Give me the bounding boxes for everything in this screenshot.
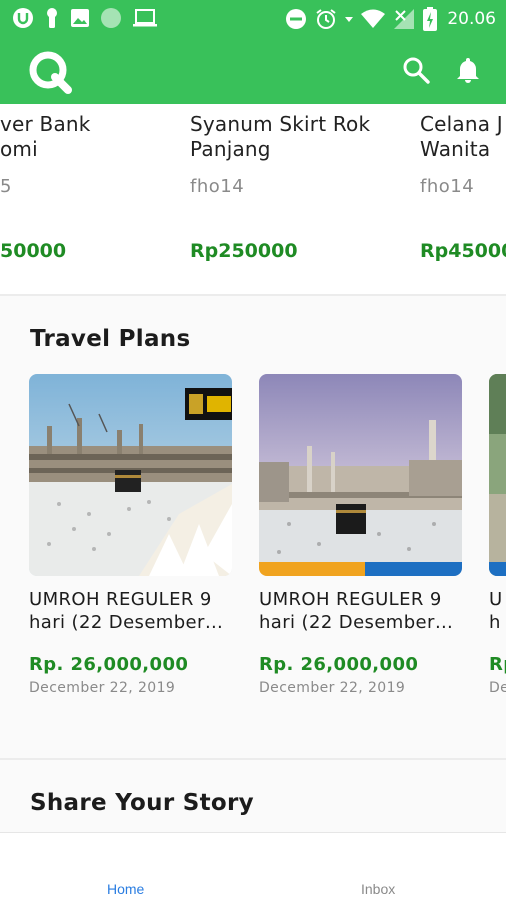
travel-date: De: [489, 680, 506, 696]
travel-image[interactable]: [489, 374, 506, 576]
share-story-section: Share Your Story: [0, 760, 506, 832]
travel-price: Rp. 26,000,000: [29, 654, 189, 675]
travel-card[interactable]: U h Rp De: [489, 374, 506, 696]
nav-home[interactable]: Home: [107, 881, 144, 897]
travel-card[interactable]: UMROH REGULER 9 hari (22 Desember… Rp. 2…: [259, 374, 462, 696]
travel-name-line2: hari (22 Desember…: [29, 612, 224, 633]
travel-name-line2: hari (22 Desember…: [259, 612, 454, 633]
product-seller: 5: [0, 176, 12, 197]
clock: 20.06: [447, 9, 496, 29]
travel-name-line1: UMROH REGULER 9: [259, 589, 442, 610]
section-title: Travel Plans: [30, 326, 191, 352]
product-card[interactable]: Syanum Skirt Rok Panjang fho14 Rp250000: [190, 112, 400, 262]
products-carousel[interactable]: ver Bank omi 5 50000 Syanum Skirt Rok Pa…: [0, 104, 506, 294]
product-seller: fho14: [420, 176, 475, 197]
circle-icon: [101, 8, 121, 28]
section-title: Share Your Story: [30, 790, 254, 816]
product-price: Rp250000: [190, 240, 298, 262]
image-icon: [71, 9, 89, 27]
bottom-navigation: Home Inbox: [0, 832, 506, 900]
travel-price: Rp: [489, 654, 506, 675]
product-price: 50000: [0, 240, 67, 262]
travel-price: Rp. 26,000,000: [259, 654, 419, 675]
product-name-line2: omi: [0, 137, 38, 161]
travel-image[interactable]: [29, 374, 232, 576]
travel-name-line2: h: [489, 612, 501, 633]
travel-card[interactable]: UMROH REGULER 9 hari (22 Desember… Rp. 2…: [29, 374, 232, 696]
product-card[interactable]: ver Bank omi 5 50000: [0, 112, 210, 262]
wifi-icon: [361, 9, 386, 28]
dnd-icon: [286, 9, 307, 29]
signal-icon: [394, 9, 415, 29]
laptop-icon: [133, 9, 157, 27]
alarm-icon: [316, 9, 336, 29]
travel-date: December 22, 2019: [29, 680, 176, 696]
product-name-line1: Celana J: [420, 112, 503, 136]
product-name-line1: Syanum Skirt Rok: [190, 112, 371, 136]
nav-inbox[interactable]: Inbox: [361, 881, 395, 897]
product-name-line2: Panjang: [190, 137, 271, 161]
product-name-line1: ver Bank: [0, 112, 91, 136]
product-price: Rp45000: [420, 240, 506, 262]
bell-icon[interactable]: [454, 56, 482, 84]
travel-plans-section: Travel Plans UMROH REGULER 9 hari (22 De…: [0, 296, 506, 758]
data-arrows-icon: [345, 17, 354, 22]
product-name-line2: Wanita: [420, 137, 491, 161]
product-seller: fho14: [190, 176, 245, 197]
keyhole-icon: [47, 8, 57, 28]
status-bar: 20.06: [0, 0, 506, 36]
search-icon[interactable]: [402, 56, 430, 84]
product-card[interactable]: Celana J Wanita fho14 Rp45000: [420, 112, 506, 262]
app-bar: [0, 36, 506, 104]
u-app-icon: [13, 8, 33, 28]
travel-name-line1: U: [489, 589, 503, 610]
travel-image[interactable]: [259, 374, 462, 576]
travel-name-line1: UMROH REGULER 9: [29, 589, 212, 610]
travel-date: December 22, 2019: [259, 680, 406, 696]
battery-icon: [423, 7, 438, 31]
q-logo-icon[interactable]: [28, 50, 72, 94]
